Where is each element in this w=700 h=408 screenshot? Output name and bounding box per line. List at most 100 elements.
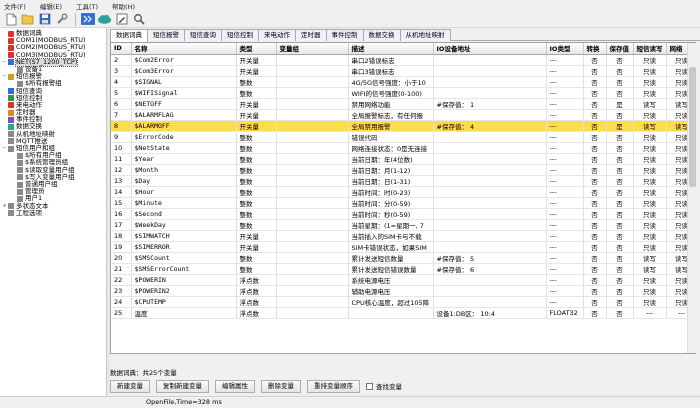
vertical-scrollbar[interactable] [687,43,696,353]
column-header[interactable]: IO类型 [546,43,584,55]
table-row[interactable]: 4 $SIGNAL 整数 4G/5G信号强度：小于10 --- 否否只读 只读 [111,76,695,88]
column-header[interactable]: 类型 [236,43,277,55]
project-tree[interactable]: 数据词典 COM1(MODBUS_RTU) COM2(MODBUS_RTU) COM3… [0,28,107,396]
table-cell: 整数 [236,142,277,154]
table-cell: CPU核心温度，超过105降 [348,296,434,308]
table-row[interactable]: 2 $Com2Error 开关量 串口2错误标志 --- 否否只读 只读 [111,54,695,66]
tree-expander-icon[interactable]: − [2,59,7,66]
table-row[interactable]: 18 $SIMWATCH 开关量 当前插入的SIM卡与不载 --- 否否只读 只读 [111,230,695,242]
table-row[interactable]: 21 $SMSErrorCount 整数 累计发送短信错误数量 #保存值： 6 --- 否否… [111,263,695,275]
table-row[interactable]: 15 $Minute 整数 当前时间：分(0-59) --- 否否只读 只读 [111,197,695,209]
menu-help[interactable]: 帮助(H) [112,1,135,11]
tree-node-icon [8,124,14,131]
table-row[interactable]: 20 $SMSCount 整数 累计发送短信数量 #保存值： 5 --- 否否读写 读写 [111,252,695,264]
tab-item[interactable]: 从机地址映射 [399,29,451,41]
table-cell: --- [546,153,584,165]
open-icon[interactable] [20,12,35,27]
tab-item[interactable]: 来电动作 [258,29,296,41]
column-header[interactable]: ID [111,43,132,55]
table-row[interactable]: 11 $Year 整数 当前日期：年(4位数) --- 否否只读 只读 [111,153,695,165]
table-cell: 11 [111,153,132,165]
table-row[interactable]: 12 $Month 整数 当前日期：月(1-12) --- 否否只读 只读 [111,164,695,176]
table-cell [433,274,547,286]
column-header[interactable]: 短信读写 [633,43,667,55]
table-cell: 7 [111,109,132,121]
column-header[interactable]: 描述 [348,43,434,55]
column-header[interactable]: 转换 [583,43,607,55]
edit-properties-button[interactable]: 编辑属性 [215,379,255,393]
table-cell: 开关量 [236,65,277,77]
table-cell: #保存值： 1 [433,98,547,110]
column-header[interactable]: IO设备地址 [433,43,547,55]
table-row[interactable]: 22 $POWERIN 浮点数 系统电源电压 --- 否否只读 只读 [111,274,695,286]
tab-item[interactable]: 短信查询 [184,29,222,41]
tree-expander-icon[interactable]: − [2,73,7,80]
table-cell: 23 [111,285,132,297]
cloud-sync-icon[interactable] [97,12,112,27]
table-row[interactable]: 9 $ErrorCode 整数 错误代码 --- 否否只读 只读 [111,131,695,143]
edit-icon[interactable] [114,12,129,27]
column-header[interactable]: 变量组 [276,43,349,55]
table-cell: 只读 [633,175,667,187]
column-header[interactable]: 保存值 [606,43,634,55]
table-cell: 否 [583,307,607,319]
table-row[interactable]: 23 $POWERIN2 浮点数 辅助电源电压 --- 否否只读 只读 [111,285,695,297]
column-header[interactable]: 名称 [131,43,237,55]
table-row[interactable]: 8 $ALARMOFF 开关量 全局禁用报警 #保存值： 4 --- 否是读写 读写 [111,120,695,132]
table-row[interactable]: 5 $WIFISignal 整数 WIFI的信号强度(0-100) --- 否否只读 只读 [111,87,695,99]
delete-variable-button[interactable]: 删除变量 [261,379,301,393]
table-cell: --- [546,65,584,77]
tree-item[interactable]: 管理员 [0,187,106,195]
table-cell: $SIMERROR [131,241,237,253]
table-row[interactable]: 14 $Hour 整数 当前时间：时(0-23) --- 否否只读 只读 [111,186,695,198]
table-row[interactable]: 25 温度 浮点数 设备1:DB区： 10:4 FLOAT32 否否 --- --- [111,307,695,319]
tab-item[interactable]: 事件控制 [325,29,364,41]
table-cell: 只读 [633,131,667,143]
tree-item[interactable]: 工程选项 [0,209,106,217]
table-cell: 开关量 [236,54,277,66]
reorder-variables-button[interactable]: 重排变量顺序 [307,379,360,393]
table-cell: #保存值： 4 [433,120,547,132]
menu-tools[interactable]: 工具(T) [76,1,98,11]
search-variable-checkbox[interactable]: 查找变量 [366,381,402,391]
menu-file[interactable]: 文件(F) [4,1,26,11]
table-cell: SIM卡错误状态，如果SIM [348,241,434,253]
menu-edit[interactable]: 编辑(E) [40,1,62,11]
scrollbar-thumb[interactable] [689,67,696,187]
table-row[interactable]: 16 $Second 整数 当前时间：秒(0-59) --- 否否只读 只读 [111,208,695,220]
tab-item[interactable]: 数据交换 [362,29,401,41]
status-text: OpenFile,Time=328 ms [146,398,222,406]
tab-item[interactable]: 定时器 [295,29,327,41]
new-variable-button[interactable]: 新建变量 [110,379,150,393]
table-cell: 否 [606,241,634,253]
table-row[interactable]: 6 $NETOFF 开关量 禁用网络功能 #保存值： 1 --- 否是读写 读写 [111,98,695,110]
table-cell: 否 [583,296,607,308]
save-icon[interactable] [37,12,52,27]
table-row[interactable]: 19 $SIMERROR 开关量 SIM卡错误状态，如果SIM --- 否否只读 只读 [111,241,695,253]
tab-item[interactable]: 数据词典 [110,29,148,42]
tab-item[interactable]: 短信报警 [147,29,185,41]
wrench-icon[interactable] [54,12,69,27]
search-icon[interactable] [131,12,146,27]
tree-expander-icon[interactable]: − [2,145,7,152]
tree-item[interactable]: − NET(S7_1200_TCP) [0,57,106,67]
checkbox-box[interactable] [366,382,373,390]
tab-item[interactable]: 短信控制 [221,29,259,41]
tree-item[interactable]: 普通用户组 [0,180,106,188]
table-row[interactable]: 17 $WeekDay 整数 当前星期：(1=星期一, 7 --- 否否只读 只读 [111,219,695,231]
table-cell: 浮点数 [236,296,277,308]
download-icon[interactable] [80,12,95,27]
copy-new-variable-button[interactable]: 复制新建变量 [156,379,209,393]
table-row[interactable]: 10 $NetState 整数 网络连接状态：0是无连接 --- 否否只读 只读 [111,142,695,154]
table-row[interactable]: 7 $ALARMFLAG 开关量 全局报警标志，有任何报 --- 否否只读 只读 [111,109,695,121]
table-row[interactable]: 24 $CPUTEMP 浮点数 CPU核心温度，超过105降 --- 否否只读 只读 [111,296,695,308]
table-cell: 25 [111,307,132,319]
table-cell: #保存值： 6 [433,263,547,275]
table-row[interactable]: 3 $Com3Error 开关量 串口3错误标志 --- 否否只读 只读 [111,65,695,77]
tree-node-icon [17,188,23,195]
table-row[interactable]: 13 $Day 整数 当前日期：日(1-31) --- 否否只读 只读 [111,175,695,187]
table-cell: 否 [583,208,607,220]
tree-expander-icon[interactable]: + [2,203,7,210]
table-cell: 14 [111,186,132,198]
new-icon[interactable] [3,12,18,27]
